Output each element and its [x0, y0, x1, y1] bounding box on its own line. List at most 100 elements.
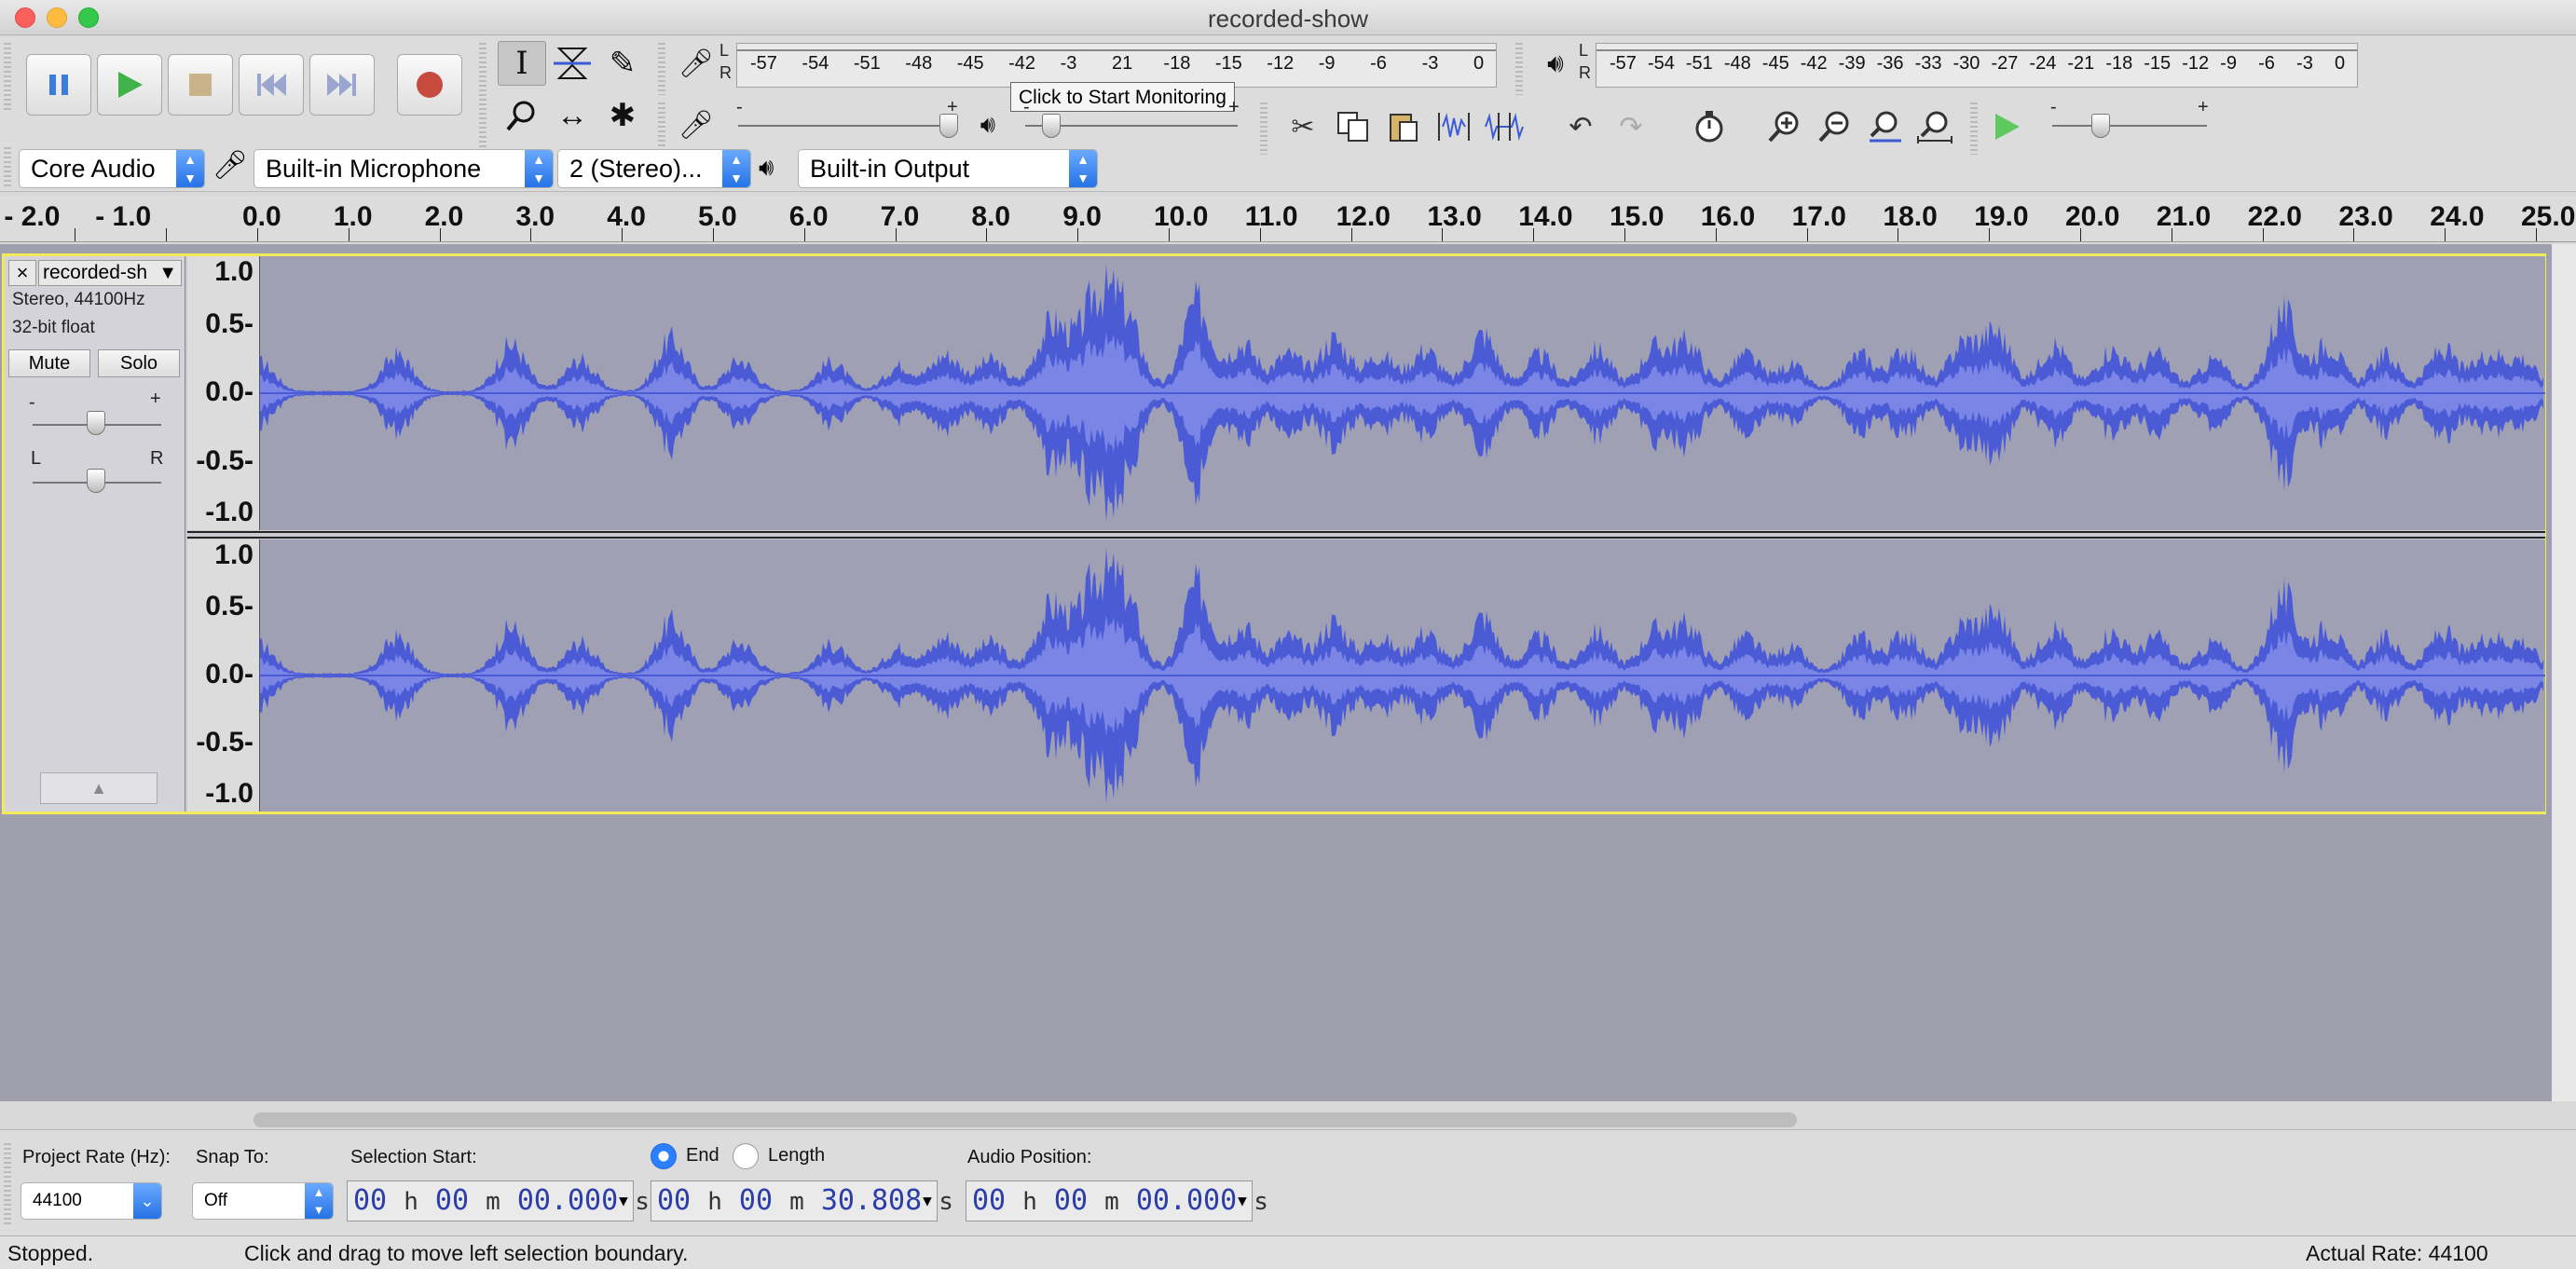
pan-slider[interactable] [87, 469, 105, 493]
recording-device-select[interactable]: Built-in Microphone ▲▼ [253, 149, 554, 188]
end-radio[interactable] [651, 1143, 677, 1169]
playback-device-select[interactable]: Built-in Output ▲▼ [798, 149, 1098, 188]
toolbar-grip[interactable] [4, 1143, 11, 1227]
playback-speed-slider[interactable] [2091, 114, 2110, 138]
selection-toolbar: Project Rate (Hz): 44100 ⌄ Snap To: Off … [0, 1129, 2576, 1235]
trim-button[interactable] [1432, 106, 1476, 147]
status-state: Stopped. [7, 1241, 93, 1266]
meter-tick-label: -21 [2067, 53, 2094, 75]
audio-track[interactable]: × recorded-sh ▼ Stereo, 44100Hz 32-bit f… [2, 253, 2546, 814]
toolbar-grip[interactable] [479, 43, 486, 155]
envelope-tool[interactable] [548, 41, 596, 86]
play-button[interactable] [97, 54, 162, 116]
ruler-tick-label: 0.0 [242, 201, 281, 233]
skip-start-button[interactable] [239, 54, 304, 116]
track-close-button[interactable]: × [8, 260, 36, 286]
amplitude-ruler[interactable]: 1.00.5-0.0--0.5--1.0 [187, 539, 260, 812]
toolbar-grip[interactable] [658, 43, 665, 95]
snap-to-select[interactable]: Off ▲▼ [192, 1182, 334, 1220]
speed-slider-max: + [2198, 97, 2209, 118]
selection-tool[interactable]: I [498, 41, 546, 86]
speaker-icon: 🔊︎ [980, 110, 995, 140]
end-minutes: 00 [739, 1184, 773, 1217]
selection-start-time[interactable]: 00 h 00 m 00.000 s ▼ [347, 1180, 634, 1221]
recording-channels-select[interactable]: 2 (Stereo)... ▲▼ [557, 149, 751, 188]
multi-tool[interactable]: ✱ [598, 93, 647, 138]
play-at-speed-button[interactable] [1985, 106, 2030, 147]
zoom-out-button[interactable] [1812, 106, 1857, 147]
sync-lock-button[interactable] [1687, 106, 1732, 147]
record-meter[interactable]: -57-54-51-48-45-42-321-18-15-12-9-6-30 [736, 43, 1497, 88]
ruler-tick [1169, 228, 1170, 241]
time-shift-tool[interactable]: ↔ [548, 93, 596, 138]
channel-separator[interactable] [187, 531, 2545, 539]
ruler-tick-label: 14.0 [1518, 201, 1572, 233]
length-radio[interactable] [733, 1143, 759, 1169]
pause-button[interactable] [26, 54, 91, 116]
track-control-panel: × recorded-sh ▼ Stereo, 44100Hz 32-bit f… [5, 256, 185, 812]
paste-button[interactable] [1381, 106, 1426, 147]
timeline-ruler[interactable]: - 2.0- 1.00.01.02.03.04.05.06.07.08.09.0… [0, 196, 2576, 242]
audio-position-time[interactable]: 00 h 00 m 00.000 s ▼ [966, 1180, 1253, 1221]
skip-end-button[interactable] [309, 54, 375, 116]
redo-button[interactable]: ↷ [1609, 106, 1653, 147]
meter-tick-label: -45 [1762, 53, 1789, 75]
solo-button[interactable]: Solo [98, 349, 180, 377]
start-minutes: 00 [435, 1184, 469, 1217]
vertical-scrollbar[interactable] [2552, 244, 2576, 1101]
audio-host-select[interactable]: Core Audio ▲▼ [19, 149, 205, 188]
stop-button[interactable] [168, 54, 233, 116]
ruler-tick [804, 228, 805, 241]
zoom-tool[interactable] [498, 93, 546, 138]
audio-host-value: Core Audio [31, 155, 156, 183]
amplitude-ruler[interactable]: 1.00.5-0.0--0.5--1.0 [187, 256, 260, 530]
project-rate-select[interactable]: 44100 ⌄ [21, 1182, 162, 1220]
actual-rate: Actual Rate: 44100 [2306, 1241, 2488, 1266]
toolbar-grip[interactable] [1260, 102, 1267, 155]
track-panel[interactable]: × recorded-sh ▼ Stereo, 44100Hz 32-bit f… [0, 244, 2552, 1101]
collapse-track-button[interactable]: ▲ [40, 772, 158, 804]
waveform-channel-left[interactable] [260, 256, 2545, 530]
format-dropdown-icon[interactable]: ▼ [1233, 1181, 1252, 1221]
ruler-tick [1077, 228, 1078, 241]
ruler-tick-label: 11.0 [1245, 201, 1298, 233]
selection-end-time[interactable]: 00 h 00 m 30.808 s ▼ [651, 1180, 938, 1221]
record-button[interactable] [397, 54, 462, 116]
output-volume-slider[interactable] [1042, 114, 1061, 138]
undo-button[interactable]: ↶ [1558, 106, 1603, 147]
dropdown-triangle-icon: ▼ [158, 261, 177, 285]
meter-tick-label: -3 [1422, 53, 1439, 75]
playback-meter[interactable]: -57-54-51-48-45-42-39-36-33-30-27-24-21-… [1596, 43, 2358, 88]
gain-slider[interactable] [87, 411, 105, 435]
playback-meter-button[interactable]: 🔊︎ [1532, 41, 1579, 86]
toolbar-grip[interactable] [1970, 102, 1978, 155]
track-menu-button[interactable]: recorded-sh ▼ [38, 260, 182, 286]
meter-tick-label: -3 [2296, 53, 2313, 75]
mute-button[interactable]: Mute [8, 349, 90, 377]
copy-button[interactable] [1331, 106, 1376, 147]
cut-button[interactable]: ✂ [1281, 106, 1325, 147]
record-meter-button[interactable]: 🎤︎ [673, 41, 719, 86]
zoom-in-button[interactable] [1761, 106, 1806, 147]
format-dropdown-icon[interactable]: ▼ [614, 1181, 633, 1221]
meter-right-label: R [1579, 63, 1591, 83]
pencil-icon: ✎ [610, 45, 637, 82]
meter-tick-label: -6 [2258, 53, 2275, 75]
i-beam-icon: I [515, 45, 528, 82]
toolbar-grip[interactable] [4, 43, 11, 110]
select-arrows-icon: ▲▼ [305, 1183, 333, 1219]
toolbar-grip[interactable] [4, 147, 11, 188]
silence-button[interactable] [1482, 106, 1527, 147]
format-dropdown-icon[interactable]: ▼ [918, 1181, 937, 1221]
toolbar-grip[interactable] [1515, 43, 1523, 95]
input-slider-min: - [736, 97, 743, 118]
horizontal-scrollbar-thumb[interactable] [253, 1112, 1797, 1127]
input-volume-slider[interactable] [939, 114, 958, 138]
fit-selection-button[interactable] [1862, 106, 1907, 147]
draw-tool[interactable]: ✎ [598, 41, 647, 86]
waveform-channel-right[interactable] [260, 539, 2545, 812]
meter-tick-label: -12 [2182, 53, 2209, 75]
toolbar-area: I ✎ ↔ ✱ 🎤︎ L R -57-54-51-48-45-42-321-18… [0, 35, 2576, 192]
fit-project-button[interactable] [1912, 106, 1957, 147]
toolbar-grip[interactable] [658, 102, 665, 155]
